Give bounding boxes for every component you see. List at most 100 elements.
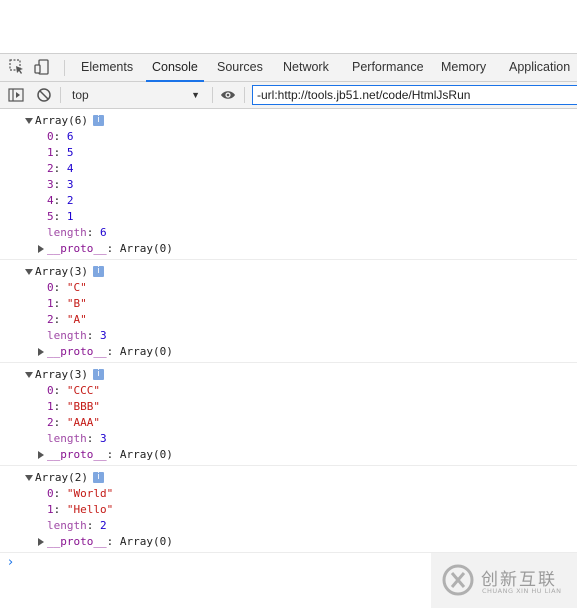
length-key: length (47, 329, 87, 342)
array-proto-row[interactable]: __proto__: Array(0) (0, 241, 577, 257)
array-length-row: length: 3 (47, 329, 107, 342)
array-entry-row: 0: "CCC" (47, 384, 100, 397)
array-entry-row: 0: "C" (47, 281, 87, 294)
array-header-row[interactable]: Array(3) i (0, 367, 577, 383)
array-entry-row: 2: "A" (47, 313, 87, 326)
entry-index: 0 (47, 384, 54, 397)
entry-value: 3 (66, 178, 74, 191)
entry-index: 3 (47, 178, 54, 191)
array-entry-row: 0: 6 (47, 130, 74, 143)
entry-value: 6 (66, 130, 74, 143)
console-prompt[interactable]: › (8, 555, 13, 570)
proto-key: __proto__ (47, 535, 107, 548)
info-icon[interactable]: i (93, 115, 104, 126)
toggle-sidebar-icon[interactable] (8, 87, 24, 103)
inspect-element-icon[interactable] (9, 59, 25, 75)
tabbar-divider (64, 60, 65, 76)
proto-key: __proto__ (47, 448, 107, 461)
entry-index: 5 (47, 210, 54, 223)
info-icon[interactable]: i (93, 266, 104, 277)
entry-index: 2 (47, 162, 54, 175)
array-entry-row: 3: 3 (47, 178, 74, 191)
array-proto-row[interactable]: __proto__: Array(0) (0, 447, 577, 463)
proto-key: __proto__ (47, 242, 107, 255)
console-array-group: Array(2) i 0: "World" 1: "Hello" length: 2 __… (0, 466, 577, 553)
tab-elements[interactable]: Elements (81, 54, 133, 81)
collapsed-caret-icon[interactable] (38, 348, 44, 356)
array-header-label: Array(6) (35, 114, 88, 127)
collapsed-caret-icon[interactable] (38, 451, 44, 459)
entry-index: 0 (47, 281, 54, 294)
tab-network[interactable]: Network (283, 54, 329, 81)
toolbar-divider (244, 87, 245, 103)
array-header-row[interactable]: Array(2) i (0, 470, 577, 486)
entry-value: 4 (66, 162, 74, 175)
array-entry-row: 5: 1 (47, 210, 74, 223)
info-icon[interactable]: i (93, 472, 104, 483)
array-entry-row: 1: "Hello" (47, 503, 114, 516)
array-entry-row: 0: "World" (47, 487, 114, 500)
tab-console[interactable]: Console (146, 54, 204, 82)
expand-caret-icon[interactable] (25, 475, 33, 481)
entry-index: 1 (47, 146, 54, 159)
array-header-label: Array(3) (35, 368, 88, 381)
array-entry-row: 2: "AAA" (47, 416, 100, 429)
array-length-row: length: 2 (47, 519, 107, 532)
array-entry-row: 1: "B" (47, 297, 87, 310)
proto-value: Array(0) (119, 242, 173, 255)
expand-caret-icon[interactable] (25, 372, 33, 378)
watermark: 创新互联 CHUANG XIN HU LIAN (431, 553, 577, 608)
expand-caret-icon[interactable] (25, 269, 33, 275)
array-entry-row: 1: "BBB" (47, 400, 100, 413)
tab-performance[interactable]: Performance (352, 54, 424, 81)
console-array-group: Array(3) i 0: "CCC" 1: "BBB" 2: "AAA" length:… (0, 363, 577, 466)
entry-index: 2 (47, 313, 54, 326)
entry-value: "World" (66, 487, 114, 500)
array-entry-row: 2: 4 (47, 162, 74, 175)
entry-index: 4 (47, 194, 54, 207)
entry-value: "C" (66, 281, 87, 294)
collapsed-caret-icon[interactable] (38, 538, 44, 546)
toolbar-divider (60, 87, 61, 103)
console-filter-input[interactable] (252, 85, 577, 105)
entry-value: 1 (66, 210, 74, 223)
array-header-row[interactable]: Array(6) i (0, 113, 577, 129)
watermark-subtext: CHUANG XIN HU LIAN (482, 587, 562, 595)
array-proto-row[interactable]: __proto__: Array(0) (0, 344, 577, 360)
array-header-row[interactable]: Array(3) i (0, 264, 577, 280)
entry-index: 0 (47, 487, 54, 500)
entry-value: "BBB" (66, 400, 100, 413)
array-proto-row[interactable]: __proto__: Array(0) (0, 534, 577, 550)
entry-value: "B" (66, 297, 87, 310)
page-top-area (0, 0, 577, 53)
tab-memory[interactable]: Memory (441, 54, 486, 81)
entry-index: 0 (47, 130, 54, 143)
devtools-tabbar: Elements Console Sources Network Perform… (0, 53, 577, 82)
console-array-group: Array(6) i 0: 6 1: 5 2: 4 3: 3 4: 2 5: 1 length:… (0, 109, 577, 260)
entry-value: "CCC" (66, 384, 100, 397)
clear-console-icon[interactable] (36, 87, 52, 103)
info-icon[interactable]: i (93, 369, 104, 380)
proto-value: Array(0) (119, 535, 173, 548)
console-toolbar: top ▼ (0, 82, 577, 109)
tab-sources[interactable]: Sources (217, 54, 263, 81)
expand-caret-icon[interactable] (25, 118, 33, 124)
array-length-row: length: 3 (47, 432, 107, 445)
array-entry-row: 1: 5 (47, 146, 74, 159)
entry-value: 5 (66, 146, 74, 159)
console-output: Array(6) i 0: 6 1: 5 2: 4 3: 3 4: 2 5: 1 length:… (0, 109, 577, 608)
proto-value: Array(0) (119, 448, 173, 461)
array-header-label: Array(3) (35, 265, 88, 278)
length-key: length (47, 519, 87, 532)
context-selector[interactable]: top ▼ (66, 84, 206, 106)
length-key: length (47, 432, 87, 445)
length-value: 2 (100, 519, 107, 532)
device-toolbar-icon[interactable] (34, 59, 50, 75)
live-expression-eye-icon[interactable] (220, 87, 236, 103)
tab-application[interactable]: Application (509, 54, 570, 81)
entry-value: 2 (66, 194, 74, 207)
collapsed-caret-icon[interactable] (38, 245, 44, 253)
entry-index: 1 (47, 400, 54, 413)
toolbar-divider (212, 87, 213, 103)
entry-index: 1 (47, 503, 54, 516)
